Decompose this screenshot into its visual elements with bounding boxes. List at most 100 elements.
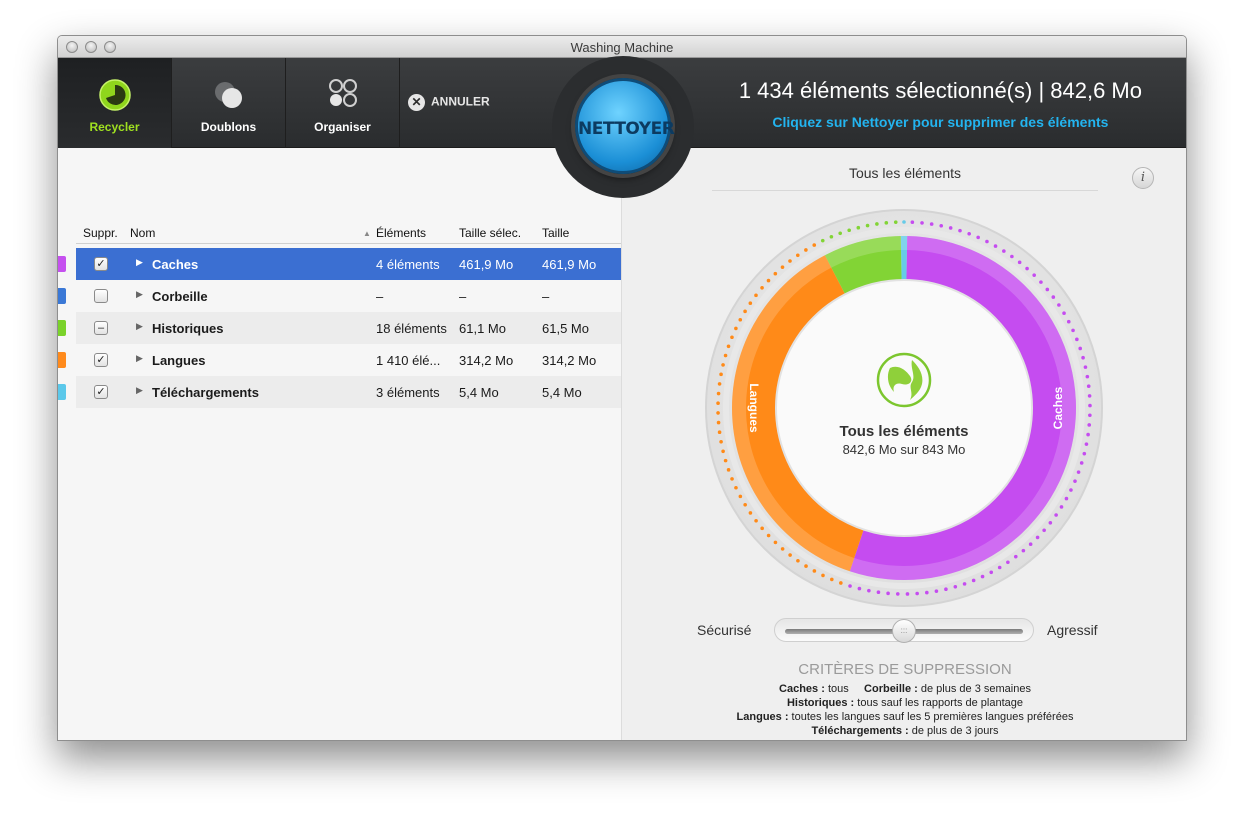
ring-dot <box>962 582 967 586</box>
ring-dot <box>719 372 723 377</box>
delete-checkbox[interactable] <box>94 289 108 303</box>
ring-dot <box>780 547 785 551</box>
row-taille-selec: 5,4 Mo <box>459 385 499 400</box>
ring-dot <box>993 244 998 248</box>
ring-dot <box>730 335 734 340</box>
tool-doublons-label: Doublons <box>200 120 257 134</box>
ring-dot <box>721 449 725 454</box>
row-name: Caches <box>152 257 199 272</box>
ring-dot <box>1088 413 1092 418</box>
criteria-caches-value: tous <box>824 683 849 695</box>
disclosure-triangle-icon[interactable]: ▶ <box>136 289 143 300</box>
ring-dot <box>1086 384 1091 389</box>
ring-dot <box>1079 461 1084 465</box>
ring-dot <box>1035 535 1040 540</box>
ring-dot <box>716 401 720 406</box>
ring-dot <box>1059 505 1064 509</box>
ring-dot <box>716 411 720 415</box>
category-color-swatch <box>58 352 66 368</box>
ring-dot <box>1002 249 1006 253</box>
slider-knob[interactable]: ::: <box>892 619 916 643</box>
row-taille-selec: 314,2 Mo <box>459 353 514 368</box>
summary-line-2: Cliquez sur Nettoyer pour supprimer des … <box>772 114 1109 130</box>
row-taille: 314,2 Mo <box>542 353 597 368</box>
disclosure-triangle-icon[interactable]: ▶ <box>136 321 143 332</box>
ring-dot <box>1069 488 1073 492</box>
ring-dot <box>760 526 764 531</box>
col-taille-selec[interactable]: Taille sélec. <box>459 226 521 240</box>
criteria-caches-key: Caches : <box>779 683 825 695</box>
clean-button[interactable]: NETTOYER <box>575 78 675 174</box>
summary-line-1: 1 434 éléments sélectionné(s) | 842,6 Mo <box>738 78 1142 103</box>
ring-dot <box>848 584 852 588</box>
ring-dot <box>1017 260 1022 265</box>
category-color-swatch <box>58 256 66 272</box>
ring-dot <box>1039 280 1043 284</box>
info-button[interactable]: i <box>1132 167 1154 189</box>
ring-dot <box>766 278 771 283</box>
col-suppr[interactable]: Suppr. <box>83 226 118 240</box>
ring-dot <box>719 439 723 444</box>
table-row[interactable]: ▶ Corbeille – – – <box>76 280 621 312</box>
delete-checkbox[interactable]: ✓ <box>94 385 108 399</box>
col-elements[interactable]: Éléments <box>376 226 426 240</box>
delete-checkbox[interactable]: ✓ <box>94 257 108 271</box>
ring-dot <box>743 309 747 314</box>
cancel-button[interactable]: ✕ ANNULER <box>408 94 490 111</box>
ring-dot <box>895 592 900 596</box>
panel-divider <box>712 190 1098 191</box>
ring-dot <box>985 239 989 244</box>
ring-dot <box>1073 479 1077 483</box>
table-row[interactable]: ✓ ▶ Caches 4 éléments 461,9 Mo 461,9 Mo <box>76 248 621 280</box>
tool-doublons[interactable]: Doublons <box>172 58 286 148</box>
ring-dot <box>812 569 817 573</box>
table-header: Suppr. Nom ▲ Éléments Taille sélec. Tail… <box>76 226 621 244</box>
ring-segment-highlight <box>900 236 908 251</box>
overview-pane: Tous les éléments i Tous les éléments 84… <box>621 148 1186 740</box>
criteria-line-4: Téléchargements : de plus de 3 jours <box>622 724 1186 738</box>
ring-dot <box>829 234 834 239</box>
criteria-corbeille-key: Corbeille : <box>864 683 918 695</box>
ring-dot <box>1087 394 1092 398</box>
ring-dot <box>734 326 738 331</box>
criteria-historiques-value: tous sauf les rapports de plantage <box>854 697 1023 709</box>
ring-dot <box>1064 496 1069 501</box>
ring-dot <box>773 540 778 545</box>
ring-dot <box>812 243 817 247</box>
ring-dot <box>910 220 915 224</box>
ring-dot <box>1013 554 1018 559</box>
ring-dot <box>865 223 870 228</box>
ring-dot <box>847 228 851 233</box>
col-taille[interactable]: Taille <box>542 226 569 240</box>
delete-checkbox[interactable]: ✓ <box>94 353 108 367</box>
category-color-swatch <box>58 320 66 336</box>
ring-dot <box>748 301 753 306</box>
row-name: Corbeille <box>152 289 208 304</box>
tool-recycler[interactable]: Recycler <box>58 58 172 148</box>
window-title: Washing Machine <box>570 40 674 55</box>
ring-dot <box>893 220 898 224</box>
ring-dot <box>730 477 734 481</box>
ring-dot <box>717 382 722 386</box>
disclosure-triangle-icon[interactable]: ▶ <box>136 257 143 268</box>
disclosure-triangle-icon[interactable]: ▶ <box>136 353 143 364</box>
ring-dot <box>1054 513 1058 517</box>
ring-dot <box>875 222 879 226</box>
ring-dot <box>788 259 792 263</box>
ring-dot <box>967 231 971 236</box>
tool-organiser[interactable]: Organiser <box>286 58 400 148</box>
ring-dot <box>929 222 934 226</box>
table-row[interactable]: – ▶ Historiques 18 éléments 61,1 Mo 61,5 Mo <box>76 312 621 344</box>
delete-checkbox[interactable]: – <box>94 321 108 335</box>
ring-dot <box>1085 374 1090 379</box>
aggressiveness-slider[interactable]: ::: <box>774 618 1034 643</box>
criteria-langues-key: Langues : <box>736 711 789 723</box>
table-row[interactable]: ✓ ▶ Langues 1 410 élé... 314,2 Mo 314,2 Mo <box>76 344 621 376</box>
col-nom[interactable]: Nom <box>130 226 155 240</box>
row-taille: 5,4 Mo <box>542 385 582 400</box>
ring-dot <box>920 221 924 225</box>
table-row[interactable]: ✓ ▶ Téléchargements 3 éléments 5,4 Mo 5,4 Mo <box>76 376 621 408</box>
row-elements: 4 éléments <box>376 257 440 272</box>
disclosure-triangle-icon[interactable]: ▶ <box>136 385 143 396</box>
ring-dot <box>1066 319 1071 324</box>
